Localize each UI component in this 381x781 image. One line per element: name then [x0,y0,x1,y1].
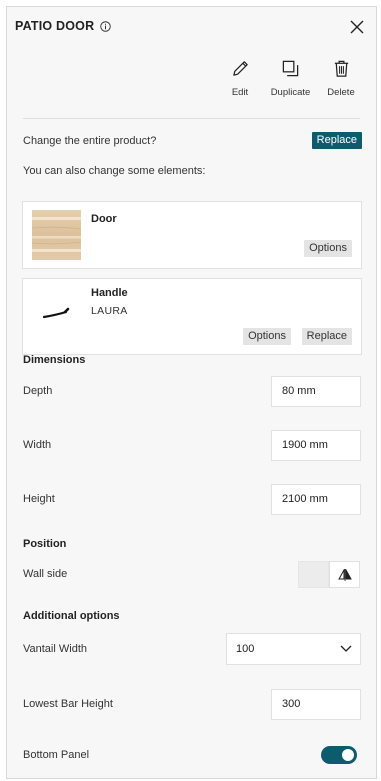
door-options-button[interactable]: Options [304,240,352,257]
width-label: Width [23,439,52,451]
change-product-text: Change the entire product? [23,135,157,147]
duplicate-button[interactable]: Duplicate [268,59,313,98]
door-name: Door [91,213,117,225]
panel-title: PATIO DOOR [15,19,95,33]
wall-side-label: Wall side [23,568,68,580]
handle-thumbnail [42,307,70,319]
panel-header: PATIO DOOR [15,18,112,34]
depth-label: Depth [23,385,53,397]
handle-model: LAURA [91,305,128,317]
door-element-card: Door Options [22,201,362,269]
wall-side-toggle [298,561,361,588]
toggle-knob [342,749,354,761]
handle-options-button[interactable]: Options [243,328,291,345]
handle-element-card: Handle LAURA Options Replace [22,278,362,355]
lowest-bar-height-input[interactable]: 300 [271,689,361,720]
vantail-width-value: 100 [236,643,255,655]
bottom-panel-toggle[interactable] [321,746,357,764]
dimensions-heading: Dimensions [23,354,86,366]
wall-side-left-option[interactable] [298,561,329,588]
bottom-panel-label: Bottom Panel [23,749,90,761]
height-input[interactable]: 2100 mm [271,484,361,515]
close-icon[interactable] [350,20,364,34]
duplicate-icon [282,60,299,77]
height-label: Height [23,493,55,505]
lowest-bar-height-label: Lowest Bar Height [23,698,113,710]
edit-label: Edit [231,87,249,98]
replace-product-button[interactable]: Replace [311,132,362,149]
additional-options-heading: Additional options [23,610,120,622]
vantail-width-label: Vantail Width [23,643,87,655]
properties-panel: PATIO DOOR Edit Duplicate Delete Change … [6,6,377,779]
action-toolbar: Edit Duplicate Delete [221,59,360,98]
duplicate-label: Duplicate [270,87,311,98]
vantail-width-select[interactable]: 100 [226,633,361,665]
door-thumbnail [32,210,81,260]
trash-icon [334,60,348,77]
change-elements-text: You can also change some elements: [23,165,206,177]
door-swing-icon [337,568,352,581]
delete-label: Delete [327,87,355,98]
info-icon[interactable] [100,20,112,32]
divider [23,118,360,119]
delete-button[interactable]: Delete [322,59,360,98]
chevron-down-icon [340,645,352,652]
wall-side-right-option[interactable] [329,561,360,588]
handle-replace-button[interactable]: Replace [301,328,352,345]
position-heading: Position [23,538,67,550]
pencil-icon [232,61,248,76]
width-input[interactable]: 1900 mm [271,430,361,461]
edit-button[interactable]: Edit [221,59,259,98]
handle-name: Handle [91,287,128,299]
depth-input[interactable]: 80 mm [271,376,361,407]
